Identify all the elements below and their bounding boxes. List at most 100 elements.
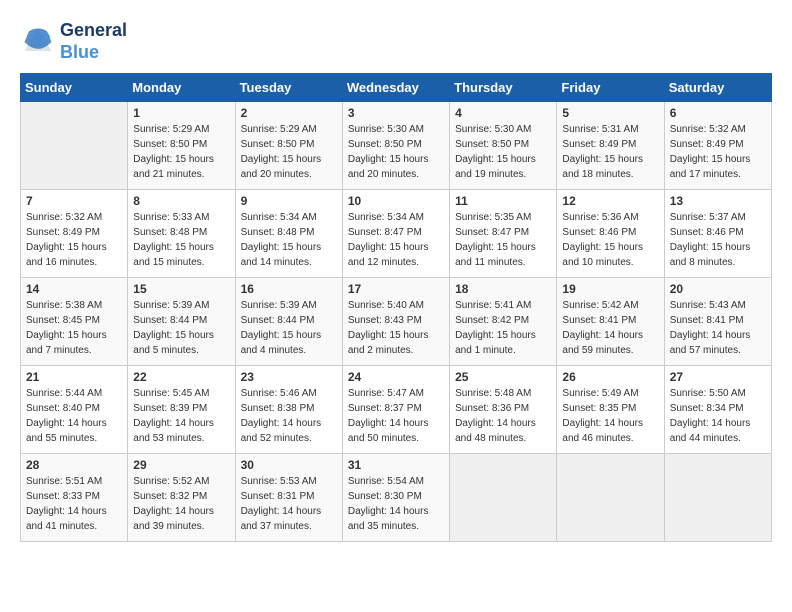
- day-number: 18: [455, 282, 551, 296]
- calendar-cell: 20 Sunrise: 5:43 AM Sunset: 8:41 PM Dayli…: [664, 278, 771, 366]
- weekday-header: Friday: [557, 74, 664, 102]
- day-number: 30: [241, 458, 337, 472]
- calendar-cell: 14Sunrise: 5:38 AM Sunset: 8:45 PM Dayli…: [21, 278, 128, 366]
- calendar-cell: 18 Sunrise: 5:41 AM Sunset: 8:42 PM Dayli…: [450, 278, 557, 366]
- day-info: Sunrise: 5:29 AM Sunset: 8:50 PM Dayligh…: [133, 122, 229, 182]
- calendar-week-row: 21Sunrise: 5:44 AM Sunset: 8:40 PM Dayli…: [21, 366, 772, 454]
- day-info: Sunrise: 5:50 AM Sunset: 8:34 PM Dayligh…: [670, 386, 766, 446]
- day-info: Sunrise: 5:39 AM Sunset: 8:44 PM Dayligh…: [133, 298, 229, 358]
- calendar-cell: 13Sunrise: 5:37 AM Sunset: 8:46 PM Dayli…: [664, 190, 771, 278]
- calendar-week-row: 14Sunrise: 5:38 AM Sunset: 8:45 PM Dayli…: [21, 278, 772, 366]
- day-number: 29: [133, 458, 229, 472]
- day-number: 21: [26, 370, 122, 384]
- day-number: 1: [133, 106, 229, 120]
- calendar-cell: 23 Sunrise: 5:46 AM Sunset: 8:38 PM Dayli…: [235, 366, 342, 454]
- day-number: 24: [348, 370, 444, 384]
- day-info: Sunrise: 5:35 AM Sunset: 8:47 PM Dayligh…: [455, 210, 551, 270]
- day-number: 15: [133, 282, 229, 296]
- day-info: Sunrise: 5:34 AM Sunset: 8:47 PM Dayligh…: [348, 210, 444, 270]
- day-number: 28: [26, 458, 122, 472]
- day-info: Sunrise: 5:31 AM Sunset: 8:49 PM Dayligh…: [562, 122, 658, 182]
- day-info: Sunrise: 5:34 AM Sunset: 8:48 PM Dayligh…: [241, 210, 337, 270]
- calendar-cell: 30 Sunrise: 5:53 AM Sunset: 8:31 PM Dayli…: [235, 454, 342, 542]
- weekday-header: Sunday: [21, 74, 128, 102]
- calendar-cell: 26 Sunrise: 5:49 AM Sunset: 8:35 PM Dayli…: [557, 366, 664, 454]
- day-number: 3: [348, 106, 444, 120]
- day-number: 26: [562, 370, 658, 384]
- calendar-table: SundayMondayTuesdayWednesdayThursdayFrid…: [20, 73, 772, 542]
- day-info: Sunrise: 5:42 AM Sunset: 8:41 PM Dayligh…: [562, 298, 658, 358]
- calendar-cell: 17 Sunrise: 5:40 AM Sunset: 8:43 PM Dayli…: [342, 278, 449, 366]
- day-number: 4: [455, 106, 551, 120]
- day-info: Sunrise: 5:36 AM Sunset: 8:46 PM Dayligh…: [562, 210, 658, 270]
- day-number: 11: [455, 194, 551, 208]
- day-info: Sunrise: 5:49 AM Sunset: 8:35 PM Dayligh…: [562, 386, 658, 446]
- day-info: Sunrise: 5:40 AM Sunset: 8:43 PM Dayligh…: [348, 298, 444, 358]
- calendar-cell: [664, 454, 771, 542]
- logo: General Blue: [20, 20, 127, 63]
- day-number: 27: [670, 370, 766, 384]
- day-number: 31: [348, 458, 444, 472]
- calendar-cell: 12 Sunrise: 5:36 AM Sunset: 8:46 PM Dayli…: [557, 190, 664, 278]
- day-info: Sunrise: 5:32 AM Sunset: 8:49 PM Dayligh…: [670, 122, 766, 182]
- day-info: Sunrise: 5:53 AM Sunset: 8:31 PM Dayligh…: [241, 474, 337, 534]
- day-info: Sunrise: 5:41 AM Sunset: 8:42 PM Dayligh…: [455, 298, 551, 358]
- calendar-cell: [450, 454, 557, 542]
- calendar-cell: [557, 454, 664, 542]
- day-number: 19: [562, 282, 658, 296]
- calendar-week-row: 28Sunrise: 5:51 AM Sunset: 8:33 PM Dayli…: [21, 454, 772, 542]
- calendar-cell: 24Sunrise: 5:47 AM Sunset: 8:37 PM Dayli…: [342, 366, 449, 454]
- day-info: Sunrise: 5:52 AM Sunset: 8:32 PM Dayligh…: [133, 474, 229, 534]
- calendar-cell: 5Sunrise: 5:31 AM Sunset: 8:49 PM Daylig…: [557, 102, 664, 190]
- calendar-cell: 15 Sunrise: 5:39 AM Sunset: 8:44 PM Dayli…: [128, 278, 235, 366]
- day-number: 12: [562, 194, 658, 208]
- day-info: Sunrise: 5:32 AM Sunset: 8:49 PM Dayligh…: [26, 210, 122, 270]
- logo-icon: [20, 24, 56, 60]
- weekday-header: Tuesday: [235, 74, 342, 102]
- day-info: Sunrise: 5:30 AM Sunset: 8:50 PM Dayligh…: [348, 122, 444, 182]
- calendar-cell: 7Sunrise: 5:32 AM Sunset: 8:49 PM Daylig…: [21, 190, 128, 278]
- day-info: Sunrise: 5:43 AM Sunset: 8:41 PM Dayligh…: [670, 298, 766, 358]
- day-number: 16: [241, 282, 337, 296]
- day-number: 14: [26, 282, 122, 296]
- calendar-cell: 4 Sunrise: 5:30 AM Sunset: 8:50 PM Daylig…: [450, 102, 557, 190]
- calendar-cell: 10 Sunrise: 5:34 AM Sunset: 8:47 PM Dayli…: [342, 190, 449, 278]
- calendar-cell: 19 Sunrise: 5:42 AM Sunset: 8:41 PM Dayli…: [557, 278, 664, 366]
- day-number: 9: [241, 194, 337, 208]
- calendar-cell: 21Sunrise: 5:44 AM Sunset: 8:40 PM Dayli…: [21, 366, 128, 454]
- day-info: Sunrise: 5:54 AM Sunset: 8:30 PM Dayligh…: [348, 474, 444, 534]
- day-info: Sunrise: 5:30 AM Sunset: 8:50 PM Dayligh…: [455, 122, 551, 182]
- weekday-header-row: SundayMondayTuesdayWednesdayThursdayFrid…: [21, 74, 772, 102]
- day-number: 23: [241, 370, 337, 384]
- day-number: 13: [670, 194, 766, 208]
- day-number: 10: [348, 194, 444, 208]
- day-info: Sunrise: 5:29 AM Sunset: 8:50 PM Dayligh…: [241, 122, 337, 182]
- day-info: Sunrise: 5:39 AM Sunset: 8:44 PM Dayligh…: [241, 298, 337, 358]
- calendar-cell: 1 Sunrise: 5:29 AM Sunset: 8:50 PM Daylig…: [128, 102, 235, 190]
- calendar-cell: 11 Sunrise: 5:35 AM Sunset: 8:47 PM Dayli…: [450, 190, 557, 278]
- calendar-cell: 25 Sunrise: 5:48 AM Sunset: 8:36 PM Dayli…: [450, 366, 557, 454]
- day-info: Sunrise: 5:33 AM Sunset: 8:48 PM Dayligh…: [133, 210, 229, 270]
- day-number: 8: [133, 194, 229, 208]
- day-info: Sunrise: 5:45 AM Sunset: 8:39 PM Dayligh…: [133, 386, 229, 446]
- logo-text: General Blue: [60, 20, 127, 63]
- weekday-header: Saturday: [664, 74, 771, 102]
- calendar-cell: 3 Sunrise: 5:30 AM Sunset: 8:50 PM Daylig…: [342, 102, 449, 190]
- calendar-cell: 27 Sunrise: 5:50 AM Sunset: 8:34 PM Dayli…: [664, 366, 771, 454]
- day-info: Sunrise: 5:48 AM Sunset: 8:36 PM Dayligh…: [455, 386, 551, 446]
- day-number: 17: [348, 282, 444, 296]
- calendar-cell: 2 Sunrise: 5:29 AM Sunset: 8:50 PM Daylig…: [235, 102, 342, 190]
- calendar-cell: 22 Sunrise: 5:45 AM Sunset: 8:39 PM Dayli…: [128, 366, 235, 454]
- day-number: 25: [455, 370, 551, 384]
- day-number: 6: [670, 106, 766, 120]
- weekday-header: Monday: [128, 74, 235, 102]
- calendar-week-row: 1 Sunrise: 5:29 AM Sunset: 8:50 PM Daylig…: [21, 102, 772, 190]
- day-number: 2: [241, 106, 337, 120]
- day-number: 20: [670, 282, 766, 296]
- calendar-week-row: 7Sunrise: 5:32 AM Sunset: 8:49 PM Daylig…: [21, 190, 772, 278]
- calendar-cell: 28Sunrise: 5:51 AM Sunset: 8:33 PM Dayli…: [21, 454, 128, 542]
- calendar-cell: 31 Sunrise: 5:54 AM Sunset: 8:30 PM Dayli…: [342, 454, 449, 542]
- day-info: Sunrise: 5:46 AM Sunset: 8:38 PM Dayligh…: [241, 386, 337, 446]
- weekday-header: Thursday: [450, 74, 557, 102]
- day-number: 22: [133, 370, 229, 384]
